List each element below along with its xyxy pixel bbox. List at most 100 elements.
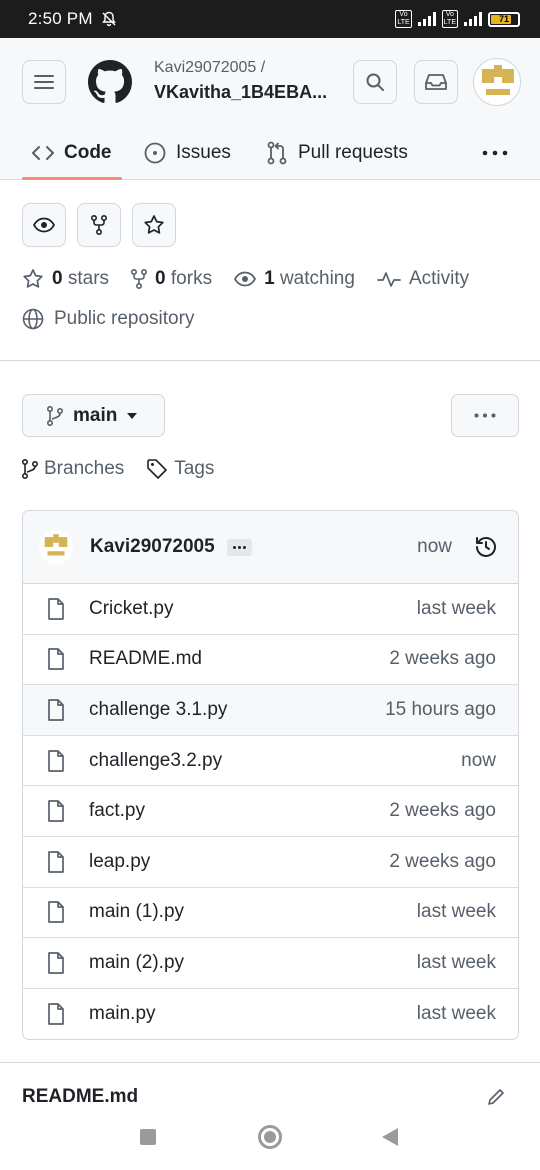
stars-count: 0: [52, 268, 63, 289]
tab-issues[interactable]: Issues: [144, 126, 231, 180]
code-icon: [32, 146, 54, 160]
branch-selector-button[interactable]: main: [22, 394, 165, 437]
mute-bell-icon: [101, 11, 117, 27]
repo-title[interactable]: Kavi29072005 / VKavitha_1B4EBA...: [154, 59, 334, 103]
file-name[interactable]: Cricket.py: [89, 598, 173, 620]
issue-icon: [144, 142, 166, 164]
file-row[interactable]: fact.py 2 weeks ago: [23, 786, 518, 837]
search-button[interactable]: [353, 60, 397, 104]
kebab-horizontal-icon: [482, 150, 508, 156]
tab-code[interactable]: Code: [32, 126, 112, 180]
file-updated-time: 2 weeks ago: [389, 800, 496, 822]
file-name[interactable]: main (1).py: [89, 901, 184, 923]
tags-link[interactable]: Tags: [146, 458, 214, 480]
file-row[interactable]: main (1).py last week: [23, 888, 518, 939]
activity-link[interactable]: Activity: [377, 268, 469, 290]
file-name[interactable]: main (2).py: [89, 952, 184, 974]
forks-label: forks: [170, 268, 213, 289]
volte-icon-2: Vo LTE: [441, 10, 458, 28]
repo-header: Kavi29072005 / VKavitha_1B4EBA... Code I…: [0, 38, 540, 180]
tab-issues-label: Issues: [176, 142, 231, 163]
repo-owner[interactable]: Kavi29072005 /: [154, 59, 334, 77]
commit-message-toggle[interactable]: [226, 538, 252, 556]
branches-label: Branches: [44, 458, 125, 479]
stars-link[interactable]: 0 stars: [22, 268, 109, 290]
file-updated-time: now: [461, 749, 496, 771]
fork-icon: [131, 269, 148, 289]
file-icon: [47, 699, 67, 721]
file-row[interactable]: Cricket.py last week: [23, 584, 518, 635]
file-row[interactable]: main (2).py last week: [23, 938, 518, 989]
repo-stats: 0 stars 0 forks 1 watching Activity: [22, 268, 491, 290]
file-updated-time: last week: [416, 901, 496, 923]
fork-button[interactable]: [77, 203, 121, 247]
file-row[interactable]: main.py last week: [23, 989, 518, 1039]
ref-links: Branches Tags: [22, 458, 236, 480]
file-row[interactable]: README.md 2 weeks ago: [23, 635, 518, 686]
file-row[interactable]: leap.py 2 weeks ago: [23, 837, 518, 888]
more-options-button[interactable]: [451, 394, 519, 437]
file-name[interactable]: README.md: [89, 648, 202, 670]
commit-author[interactable]: Kavi29072005: [90, 536, 215, 558]
visibility: Public repository: [22, 308, 194, 330]
file-row[interactable]: challenge 3.1.py 15 hours ago: [23, 685, 518, 736]
repo-name[interactable]: VKavitha_1B4EBA...: [154, 82, 334, 103]
tags-label: Tags: [174, 458, 215, 479]
tab-pull-requests[interactable]: Pull requests: [266, 126, 408, 180]
star-icon: [23, 269, 43, 288]
git-branch-icon: [47, 405, 63, 426]
fork-icon: [91, 215, 107, 235]
tab-pull-requests-label: Pull requests: [298, 142, 408, 163]
forks-link[interactable]: 0 forks: [131, 268, 212, 290]
file-icon: [47, 800, 67, 823]
file-name[interactable]: challenge3.2.py: [89, 750, 222, 772]
file-icon: [47, 648, 67, 671]
hamburger-icon: [34, 75, 54, 89]
file-row[interactable]: challenge3.2.py now: [23, 736, 518, 787]
status-bar: 2:50 PM Vo LTE Vo LTE 71: [0, 0, 540, 38]
system-nav-bar: [0, 1105, 540, 1170]
file-updated-time: 2 weeks ago: [389, 648, 496, 670]
file-icon: [47, 850, 67, 873]
battery-level: 71: [498, 14, 509, 24]
tag-icon: [147, 459, 168, 479]
file-name[interactable]: challenge 3.1.py: [89, 699, 227, 721]
git-branch-icon: [22, 459, 38, 479]
star-button[interactable]: [132, 203, 176, 247]
repo-tabs: Code Issues Pull requests: [0, 126, 540, 180]
watching-count: 1: [264, 268, 275, 289]
status-time: 2:50 PM: [28, 9, 93, 28]
inbox-icon: [425, 74, 447, 90]
file-name[interactable]: main.py: [89, 1003, 156, 1025]
section-divider: [0, 360, 540, 361]
forks-count: 0: [155, 268, 166, 289]
watch-button[interactable]: [22, 203, 66, 247]
history-icon[interactable]: [474, 535, 498, 559]
file-icon: [47, 952, 67, 974]
watching-link[interactable]: 1 watching: [234, 268, 355, 290]
branches-link[interactable]: Branches: [22, 458, 124, 480]
file-icon: [47, 597, 67, 620]
tab-more-button[interactable]: [482, 126, 508, 180]
search-icon: [366, 73, 384, 91]
active-tab-underline: [22, 177, 122, 180]
commit-time: now: [417, 536, 452, 557]
github-logo-icon[interactable]: [88, 60, 132, 104]
caret-down-icon: [127, 412, 138, 419]
commit-author-avatar[interactable]: [39, 530, 73, 564]
home-icon[interactable]: [258, 1125, 282, 1149]
latest-commit-row[interactable]: Kavi29072005 now: [23, 511, 518, 584]
activity-label: Activity: [408, 268, 470, 289]
file-updated-time: last week: [416, 951, 496, 973]
signal-icon: [417, 12, 436, 26]
file-updated-time: last week: [416, 597, 496, 619]
inbox-button[interactable]: [414, 60, 458, 104]
file-name[interactable]: leap.py: [89, 851, 150, 873]
pulse-icon: [377, 272, 401, 287]
eye-icon: [234, 271, 257, 287]
menu-button[interactable]: [22, 60, 66, 104]
file-name[interactable]: fact.py: [89, 800, 145, 822]
user-avatar[interactable]: [473, 58, 521, 106]
back-icon[interactable]: [382, 1128, 398, 1146]
recents-icon[interactable]: [140, 1129, 156, 1145]
